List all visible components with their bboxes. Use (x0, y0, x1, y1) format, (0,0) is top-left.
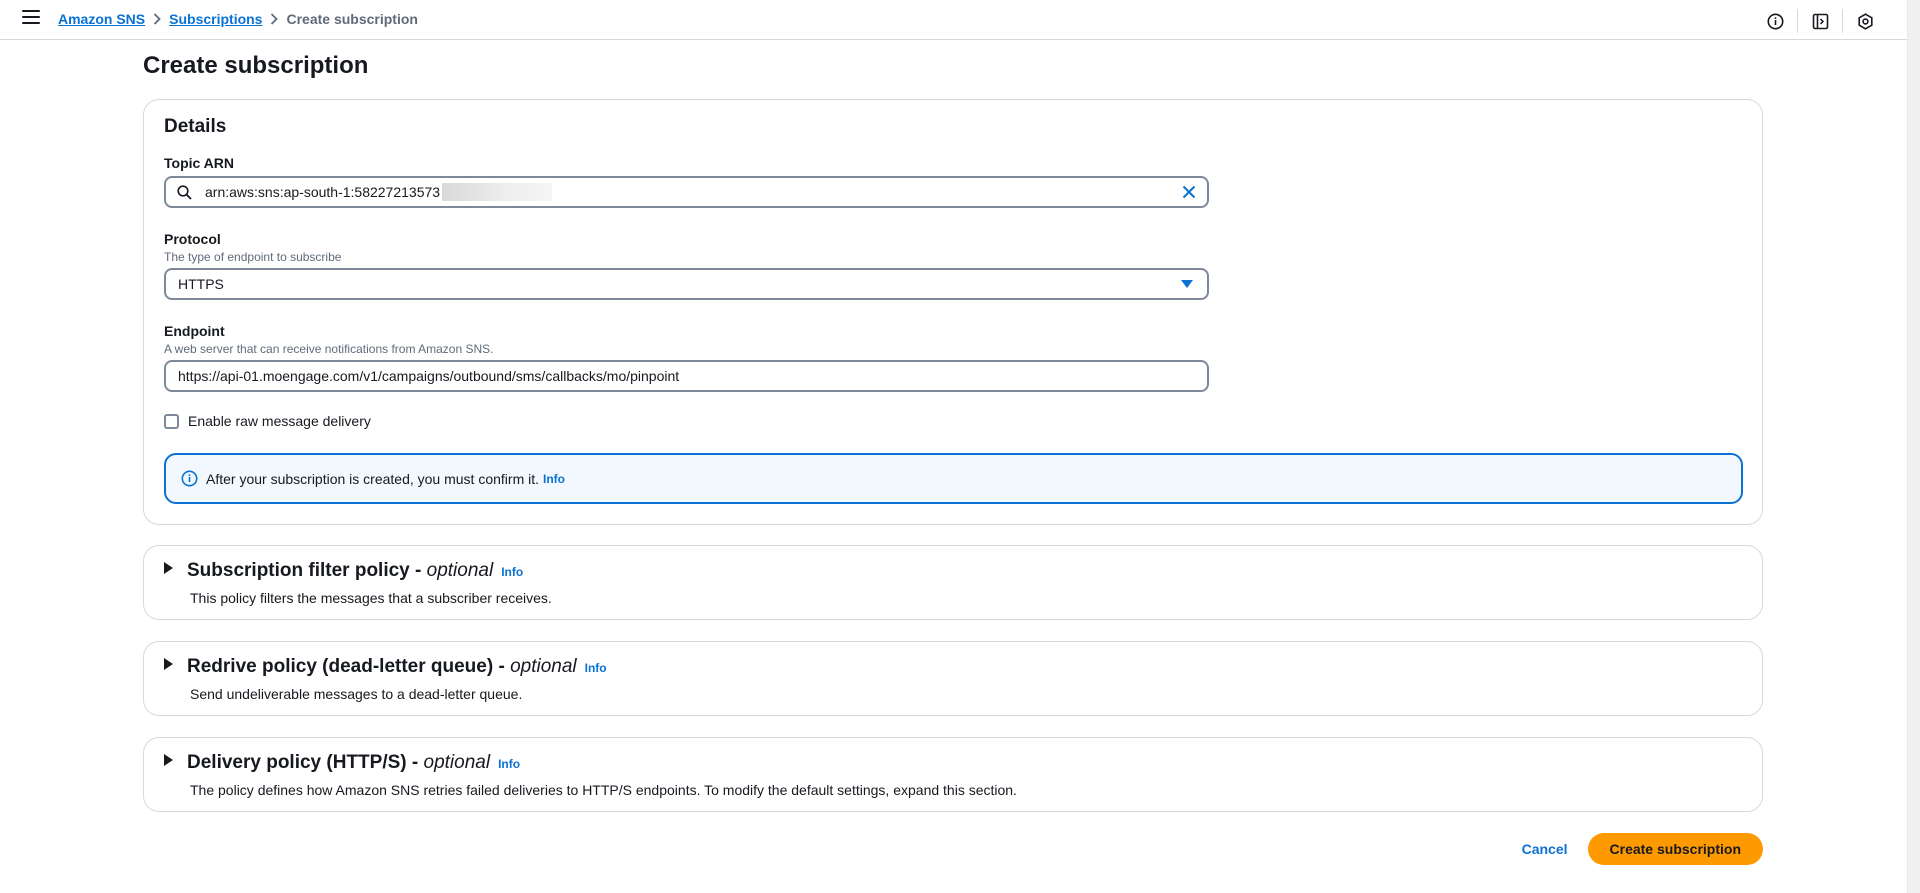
delivery-policy-title: Delivery policy (HTTP/S) - optional (187, 752, 491, 773)
side-panel-icon[interactable] (1810, 11, 1830, 31)
breadcrumb: Amazon SNS Subscriptions Create subscrip… (58, 11, 418, 27)
filter-policy-description: This policy filters the messages that a … (190, 590, 552, 606)
protocol-select[interactable]: HTTPS (164, 268, 1209, 300)
alert-text: After your subscription is created, you … (206, 470, 540, 487)
details-panel: Details Topic ARN arn:aws:sns:ap-south-1… (143, 99, 1763, 525)
cancel-button[interactable]: Cancel (1502, 841, 1588, 857)
page-scrollbar[interactable] (1907, 0, 1920, 893)
endpoint-input[interactable]: https://api-01.moengage.com/v1/campaigns… (164, 360, 1209, 392)
details-heading: Details (164, 116, 227, 137)
redrive-policy-header[interactable]: Redrive policy (dead-letter queue) - opt… (164, 656, 607, 678)
filter-policy-info-link[interactable]: Info (501, 565, 523, 579)
redrive-policy-section[interactable]: Redrive policy (dead-letter queue) - opt… (143, 641, 1763, 716)
delivery-policy-info-link[interactable]: Info (498, 757, 520, 771)
delivery-policy-section[interactable]: Delivery policy (HTTP/S) - optional Info… (143, 737, 1763, 812)
toolbar-divider (1797, 9, 1798, 33)
search-icon (177, 184, 193, 200)
raw-delivery-option[interactable]: Enable raw message delivery (164, 413, 371, 429)
raw-delivery-checkbox[interactable] (164, 413, 179, 429)
redrive-policy-info-link[interactable]: Info (585, 661, 607, 675)
filter-policy-section[interactable]: Subscription filter policy - optional In… (143, 545, 1763, 620)
gear-icon[interactable] (1855, 11, 1875, 31)
endpoint-description: A web server that can receive notificati… (164, 342, 494, 356)
caret-right-icon[interactable] (164, 658, 173, 670)
protocol-description: The type of endpoint to subscribe (164, 250, 342, 264)
top-utility-icons (1765, 9, 1875, 33)
confirmation-alert: After your subscription is created, you … (164, 453, 1743, 504)
breadcrumb-subscriptions[interactable]: Subscriptions (169, 11, 262, 27)
raw-delivery-label: Enable raw message delivery (188, 413, 371, 429)
topic-arn-value: arn:aws:sns:ap-south-1:58227213573 (205, 184, 441, 200)
page-title: Create subscription (143, 52, 369, 79)
caret-right-icon[interactable] (164, 562, 173, 574)
chevron-right-icon (145, 13, 169, 25)
filter-policy-header[interactable]: Subscription filter policy - optional In… (164, 560, 523, 582)
redrive-policy-title: Redrive policy (dead-letter queue) - opt… (187, 656, 577, 677)
redacted-arn-suffix (442, 183, 553, 201)
alert-info-link[interactable]: Info (543, 472, 565, 486)
caret-down-icon (1181, 280, 1193, 288)
topic-arn-label: Topic ARN (164, 155, 234, 171)
breadcrumb-current: Create subscription (286, 11, 418, 27)
form-actions: Cancel Create subscription (1502, 833, 1763, 865)
toolbar-divider (1842, 9, 1843, 33)
close-icon[interactable] (1181, 184, 1197, 200)
protocol-label: Protocol (164, 231, 221, 247)
redrive-policy-description: Send undeliverable messages to a dead-le… (190, 686, 523, 702)
protocol-selected-value: HTTPS (178, 276, 224, 292)
chevron-right-icon (262, 13, 286, 25)
delivery-policy-description: The policy defines how Amazon SNS retrie… (190, 782, 1017, 798)
caret-right-icon[interactable] (164, 754, 173, 766)
filter-policy-title: Subscription filter policy - optional (187, 560, 494, 581)
create-subscription-button[interactable]: Create subscription (1587, 833, 1763, 865)
info-circle-icon (181, 470, 198, 487)
top-navigation-bar: Amazon SNS Subscriptions Create subscrip… (0, 0, 1907, 40)
endpoint-label: Endpoint (164, 323, 225, 339)
hamburger-icon[interactable] (22, 10, 40, 26)
topic-arn-input[interactable]: arn:aws:sns:ap-south-1:58227213573 (164, 176, 1209, 208)
info-circle-icon[interactable] (1765, 11, 1785, 31)
breadcrumb-amazon-sns[interactable]: Amazon SNS (58, 11, 145, 27)
delivery-policy-header[interactable]: Delivery policy (HTTP/S) - optional Info (164, 752, 520, 774)
endpoint-value: https://api-01.moengage.com/v1/campaigns… (178, 368, 680, 384)
